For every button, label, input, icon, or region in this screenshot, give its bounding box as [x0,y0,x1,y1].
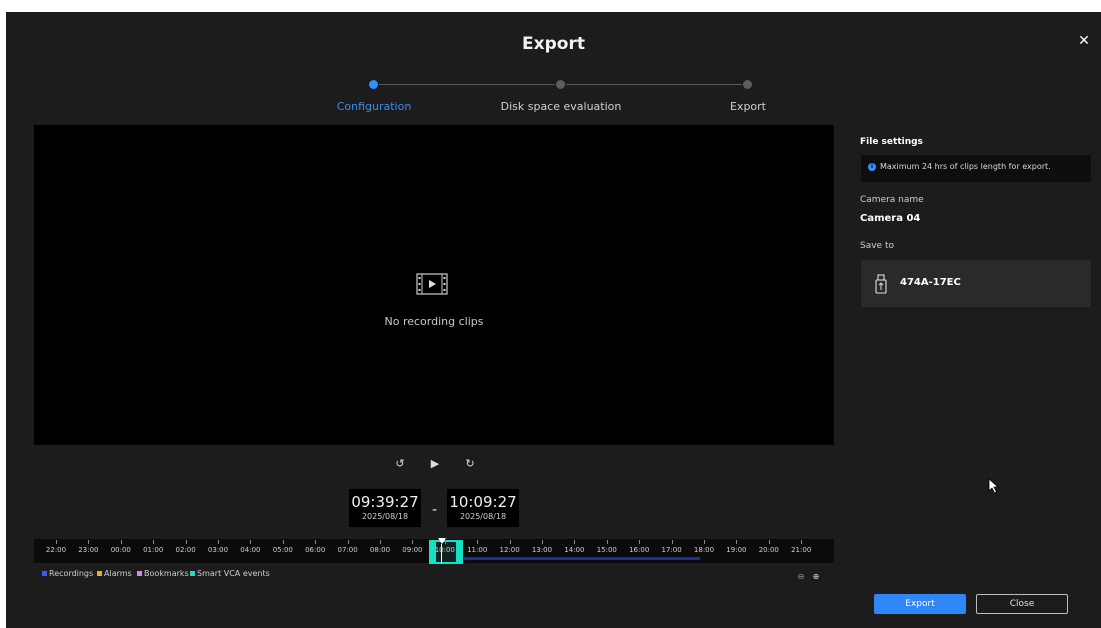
timeline-tick [412,540,414,544]
timeline-hour-label: 03:00 [207,546,229,554]
timeline-hour-label: 21:00 [791,546,812,554]
timeline-hour-label: 23:00 [78,546,99,554]
end-time: 10:09:27 [449,493,517,511]
timeline-tick [768,540,770,544]
camera-name-value: Camera 04 [860,213,921,224]
timeline-hour-label: 18:00 [693,546,715,554]
timeline-hour-label: 15:00 [596,546,617,554]
close-icon[interactable]: ✕ [1075,32,1093,50]
step-dot-configuration [369,80,378,89]
timeline-hour-label: 12:00 [499,546,520,554]
timeline-hour-label: 09:00 [402,546,423,554]
start-time: 09:39:27 [351,493,419,511]
timeline-hour-label: 16:00 [629,546,650,554]
timeline-hour-label: 00:00 [110,546,131,554]
legend-swatch [42,571,47,576]
timeline-tick [282,540,284,544]
timeline-hour-label: 08:00 [369,546,391,554]
empty-state-text: No recording clips [384,315,484,328]
legend-label: Bookmarks [144,569,189,578]
info-text: Maximum 24 hrs of clips length for expor… [880,162,1051,171]
close-button[interactable]: Close [976,594,1068,614]
export-dialog: Export ✕ Configuration Disk space evalua… [6,12,1101,628]
step-label-configuration: Configuration [336,100,412,113]
timeline-hour-label: 13:00 [531,546,553,554]
camera-name-label: Camera name [860,195,924,205]
info-icon: i [868,163,876,171]
export-button[interactable]: Export [874,594,966,614]
legend-bookmarks: Bookmarks [137,569,189,578]
timeline-tick [639,540,641,544]
timeline-tick [477,540,479,544]
timeline-tick [315,540,317,544]
save-to-label: Save to [860,241,894,251]
timeline-tick [185,540,187,544]
legend-recordings: Recordings [42,569,93,578]
timeline-hour-label: 11:00 [467,546,488,554]
save-to-device[interactable] [861,260,1091,307]
legend-label: Smart VCA events [197,569,270,578]
step-label-export: Export [729,100,766,113]
legend-swatch [190,571,195,576]
timeline-hour-label: 14:00 [564,546,585,554]
step-label-disk-space: Disk space evaluation [500,100,622,113]
forward-10-icon[interactable]: ↻ [461,456,479,472]
timeline-tick [542,540,543,544]
timeline-hour-label: 22:00 [45,546,67,554]
step-connector [566,84,742,85]
timeline-tick [250,540,252,544]
recording-bar [464,557,700,560]
legend-swatch [97,571,102,576]
timeline-hour-label: 19:00 [726,546,747,554]
step-dot-disk-space [556,80,565,89]
start-date: 2025/08/18 [361,512,409,521]
timeline-tick [704,540,705,544]
zoom-in-icon[interactable]: ⊕ [811,572,821,582]
rewind-10-icon[interactable]: ↺ [391,456,409,472]
legend-label: Alarms [104,569,132,578]
file-settings-title: File settings [860,137,923,147]
zoom-out-icon[interactable]: ⊖ [796,572,806,582]
timeline-hour-label: 07:00 [337,546,358,554]
step-dot-export [743,80,752,89]
timeline-tick [218,540,219,544]
legend-swatch [137,571,142,576]
timeline-tick [88,540,90,544]
mouse-cursor-icon [988,478,1000,494]
legend-smart-vca: Smart VCA events [190,569,270,578]
legend-alarms: Alarms [97,569,132,578]
end-date: 2025/08/18 [459,512,507,521]
legend-label: Recordings [49,569,94,578]
timeline-tick [380,540,381,544]
timeline-hour-label: 10:00 [434,546,455,554]
timeline-tick [801,540,803,544]
timeline-hour-label: 04:00 [240,546,261,554]
range-separator: - [432,502,438,518]
timeline-tick [347,540,349,544]
timeline-tick [606,540,608,544]
start-time-box[interactable]: 09:39:27 2025/08/18 [349,489,421,527]
end-time-box[interactable]: 10:09:27 2025/08/18 [447,489,519,527]
play-icon[interactable]: ▶ [426,456,444,472]
film-play-icon [416,273,448,295]
timeline-tick [120,540,122,544]
timeline-tick [444,540,446,544]
usb-drive-icon [875,274,887,294]
timeline-hour-label: 05:00 [272,546,293,554]
timeline-hour-label: 01:00 [143,546,164,554]
timeline-tick [56,540,57,544]
timeline-tick [509,540,511,544]
step-connector [379,84,555,85]
device-name: 474A-17EC [900,277,961,288]
timeline-tick [574,540,576,544]
dialog-title: Export [522,34,585,54]
timeline-tick [736,540,738,544]
timeline-tick [153,540,155,544]
timeline-tick [671,540,673,544]
timeline-hour-label: 06:00 [305,546,326,554]
timeline-hour-label: 02:00 [175,546,196,554]
timeline-hour-label: 20:00 [758,546,779,554]
timeline-hour-label: 17:00 [661,546,682,554]
